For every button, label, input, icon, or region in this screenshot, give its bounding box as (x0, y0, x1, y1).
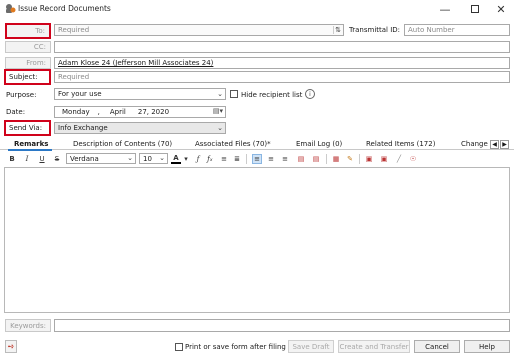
hide-recipient-label: Hide recipient list (241, 91, 303, 99)
chevron-down-icon: ⌄ (127, 154, 133, 162)
send-via-label-box: Send Via: (4, 120, 51, 136)
active-tab-indicator (8, 149, 52, 151)
italic-button[interactable]: I (22, 154, 32, 164)
tab-change[interactable]: Change (461, 140, 488, 148)
window-title: Issue Record Documents (18, 4, 111, 13)
create-and-transfer-button[interactable]: Create and Transfer (338, 340, 410, 353)
date-separator: , (97, 108, 100, 116)
purpose-select[interactable]: For your use ⌄ (54, 88, 226, 100)
font-size-select[interactable]: 10 ⌄ (139, 153, 168, 164)
paint-icon[interactable]: ✎ (345, 154, 355, 164)
subject-label-box: Subject: (4, 69, 51, 85)
transmittal-label: Transmittal ID: (349, 26, 401, 34)
tab-remarks[interactable]: Remarks (14, 140, 48, 148)
keywords-button[interactable]: Keywords: (5, 319, 51, 332)
date-month: April (109, 108, 126, 116)
cc-button[interactable]: CC: (5, 41, 51, 53)
from-button[interactable]: From: (5, 57, 51, 69)
image-icon[interactable]: ▣ (364, 154, 374, 164)
to-spin-icon[interactable]: ⇅ (333, 26, 341, 34)
chevron-down-icon: ⌄ (217, 90, 223, 98)
keywords-field[interactable] (54, 319, 510, 332)
date-label: Date: (6, 108, 26, 116)
app-icon (6, 4, 16, 13)
print-save-checkbox[interactable] (175, 343, 183, 351)
chevron-down-icon: ⌄ (159, 154, 165, 162)
transmittal-placeholder: Auto Number (408, 26, 455, 34)
cc-label: CC: (33, 43, 46, 51)
function-icon[interactable]: ƒ (193, 154, 203, 164)
remarks-editor[interactable] (4, 167, 510, 313)
align-center-icon[interactable]: ≡ (266, 154, 276, 164)
keywords-label: Keywords: (10, 321, 46, 330)
send-via-value: Info Exchange (58, 124, 108, 132)
eraser-icon[interactable]: ╱ (394, 154, 404, 164)
tab-description-of-contents[interactable]: Description of Contents (70) (73, 140, 172, 148)
calendar-icon[interactable]: ▤▾ (213, 107, 223, 115)
table-icon[interactable]: ▦ (331, 154, 341, 164)
toolbar-separator (246, 154, 247, 164)
font-size-value: 10 (143, 154, 152, 163)
subject-placeholder: Required (58, 73, 90, 81)
subject-label: Subject: (9, 73, 38, 81)
send-via-label: Send Via: (9, 124, 43, 132)
from-value: Adam Klose 24 (Jefferson Mill Associates… (58, 59, 214, 67)
font-family-value: Verdana (70, 154, 99, 163)
close-button[interactable]: ✕ (484, 0, 514, 18)
edit-image-icon[interactable]: ▣ (379, 154, 389, 164)
info-icon[interactable]: i (305, 89, 315, 99)
cc-field[interactable] (54, 41, 510, 53)
to-button[interactable]: To: (5, 23, 51, 39)
date-day-year: 27, 2020 (137, 108, 170, 116)
print-save-label: Print or save form after filing (185, 343, 286, 351)
help-button[interactable]: Help (464, 340, 510, 353)
bold-button[interactable]: B (7, 154, 17, 164)
minimize-button[interactable]: — (428, 0, 462, 18)
hide-recipient-checkbox[interactable] (230, 90, 238, 98)
to-label: To: (35, 27, 45, 35)
save-draft-button[interactable]: Save Draft (288, 340, 334, 353)
chevron-down-icon: ⌄ (217, 124, 223, 132)
tab-scroll-left-icon[interactable]: ◀ (490, 140, 499, 149)
tab-scroll-right-icon[interactable]: ▶ (500, 140, 509, 149)
font-family-select[interactable]: Verdana ⌄ (66, 153, 136, 164)
send-via-select[interactable]: Info Exchange ⌄ (54, 122, 226, 134)
spell-check-icon[interactable]: ☉ (408, 154, 418, 164)
tab-associated-files[interactable]: Associated Files (70)* (195, 140, 271, 148)
toolbar-separator (326, 154, 327, 164)
to-placeholder: Required (58, 26, 90, 34)
transmittal-field[interactable]: Auto Number (404, 24, 510, 36)
purpose-value: For your use (58, 90, 102, 98)
numbered-list-icon[interactable]: ≣ (232, 154, 242, 164)
bullet-list-icon[interactable]: ≡ (219, 154, 229, 164)
to-field[interactable]: Required ⇅ (54, 24, 344, 36)
underline-button[interactable]: U (37, 154, 47, 164)
subject-field[interactable]: Required (54, 71, 510, 83)
formula-icon[interactable]: ƒₓ (205, 154, 215, 164)
cancel-button[interactable]: Cancel (414, 340, 460, 353)
tab-email-log[interactable]: Email Log (0) (296, 140, 342, 148)
date-weekday: Monday (62, 108, 90, 116)
attachment-icon[interactable]: ➺ (5, 340, 17, 353)
from-field[interactable]: Adam Klose 24 (Jefferson Mill Associates… (54, 57, 510, 69)
from-label: From: (26, 59, 46, 67)
strikethrough-button[interactable]: S (52, 154, 62, 164)
align-left-icon[interactable]: ≡ (252, 154, 262, 164)
purpose-label: Purpose: (6, 91, 37, 99)
tab-related-items[interactable]: Related Items (172) (366, 140, 435, 148)
outdent-icon[interactable]: ▤ (296, 154, 306, 164)
indent-icon[interactable]: ▤ (311, 154, 321, 164)
date-picker[interactable]: Monday , April 27, 2020 ▤▾ (54, 106, 226, 118)
align-right-icon[interactable]: ≡ (280, 154, 290, 164)
font-color-button[interactable]: A (171, 154, 181, 164)
toolbar-separator (359, 154, 360, 164)
font-color-dropdown-icon[interactable]: ▾ (181, 154, 191, 164)
